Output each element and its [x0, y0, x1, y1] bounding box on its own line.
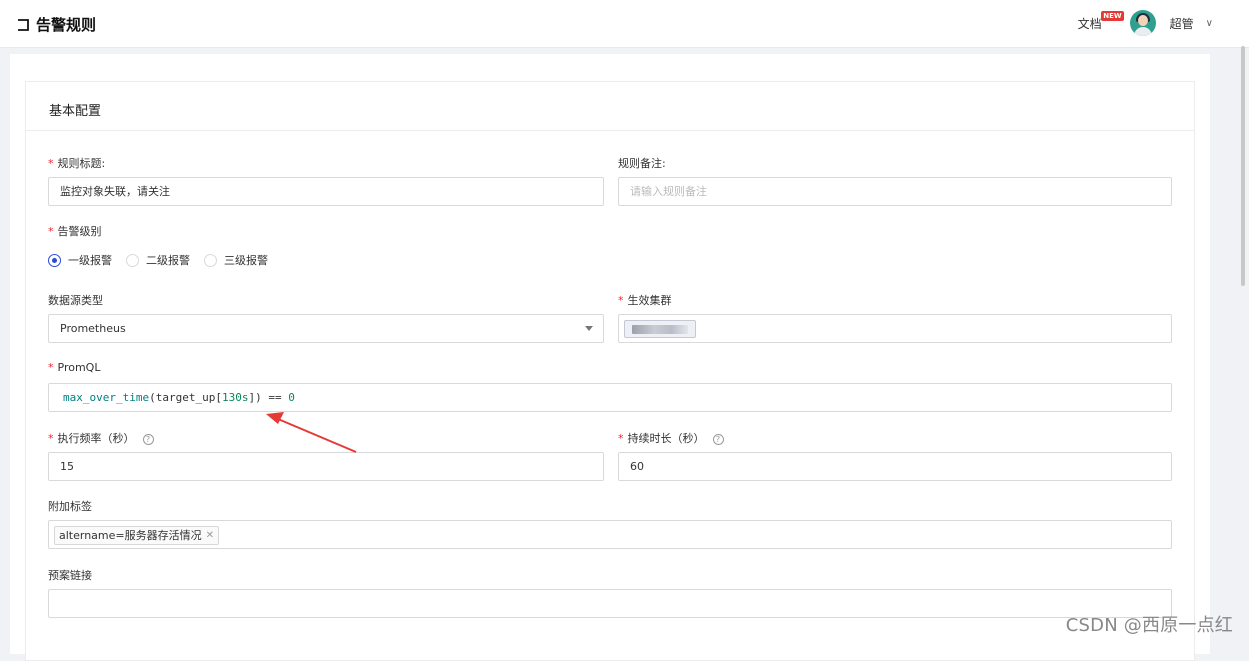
watermark: CSDN @西原一点红 — [1066, 611, 1233, 637]
annotation-arrow — [0, 0, 1249, 644]
